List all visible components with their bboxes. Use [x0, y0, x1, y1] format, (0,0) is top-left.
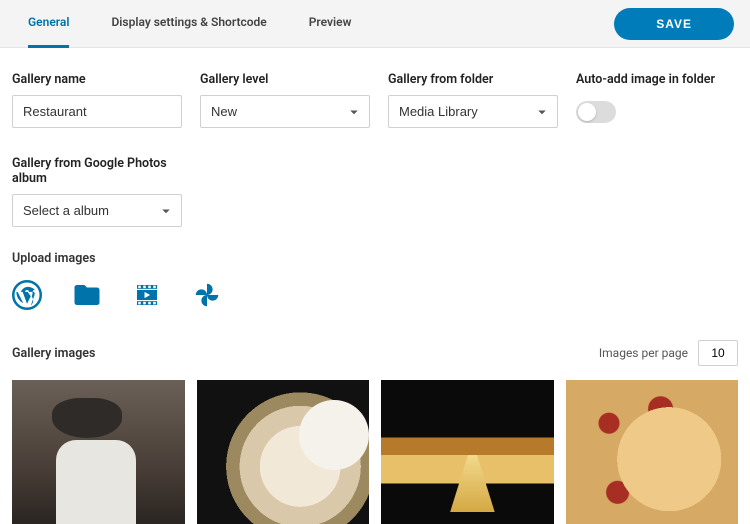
field-auto-add: Auto-add image in folder	[576, 72, 715, 128]
gallery-name-input[interactable]	[12, 95, 182, 128]
upload-icons	[12, 280, 738, 310]
gallery-folder-select[interactable]: Media Library	[388, 95, 558, 128]
wordpress-icon[interactable]	[12, 280, 42, 310]
save-button[interactable]: SAVE	[614, 8, 734, 40]
gallery-folder-label: Gallery from folder	[388, 72, 558, 87]
tab-general[interactable]: General	[28, 0, 69, 48]
video-icon[interactable]	[132, 280, 162, 310]
field-gallery-name: Gallery name	[12, 72, 182, 128]
gallery-level-label: Gallery level	[200, 72, 370, 87]
auto-add-label: Auto-add image in folder	[576, 72, 715, 87]
fields-row-1: Gallery name Gallery level New Gallery f…	[12, 72, 738, 128]
tab-display[interactable]: Display settings & Shortcode	[111, 0, 266, 48]
folder-icon[interactable]	[72, 280, 102, 310]
gallery-thumb[interactable]	[197, 380, 370, 524]
google-photos-icon[interactable]	[192, 280, 222, 310]
gallery-thumb[interactable]	[381, 380, 554, 524]
gallery-thumb[interactable]	[566, 380, 739, 524]
upload-images-label: Upload images	[12, 251, 738, 266]
field-gallery-level: Gallery level New	[200, 72, 370, 128]
google-photos-select[interactable]: Select a album	[12, 194, 182, 227]
images-per-page: Images per page	[599, 340, 738, 366]
gallery-level-select[interactable]: New	[200, 95, 370, 128]
gallery-header: Gallery images Images per page	[12, 340, 738, 366]
field-google-photos: Gallery from Google Photos album Select …	[12, 156, 738, 227]
gallery-thumb[interactable]	[12, 380, 185, 524]
google-photos-label: Gallery from Google Photos album	[12, 156, 182, 186]
thumbnails	[12, 380, 738, 524]
fields-row-2: Gallery from Google Photos album Select …	[12, 156, 738, 227]
topbar: General Display settings & Shortcode Pre…	[0, 0, 750, 48]
field-gallery-folder: Gallery from folder Media Library	[388, 72, 558, 128]
gallery-name-label: Gallery name	[12, 72, 182, 87]
tabs: General Display settings & Shortcode Pre…	[28, 0, 351, 48]
content: Gallery name Gallery level New Gallery f…	[0, 48, 750, 524]
auto-add-toggle[interactable]	[576, 101, 616, 123]
gallery-images-title: Gallery images	[12, 346, 95, 361]
images-per-page-label: Images per page	[599, 346, 688, 360]
images-per-page-input[interactable]	[698, 340, 738, 366]
tab-preview[interactable]: Preview	[309, 0, 352, 48]
